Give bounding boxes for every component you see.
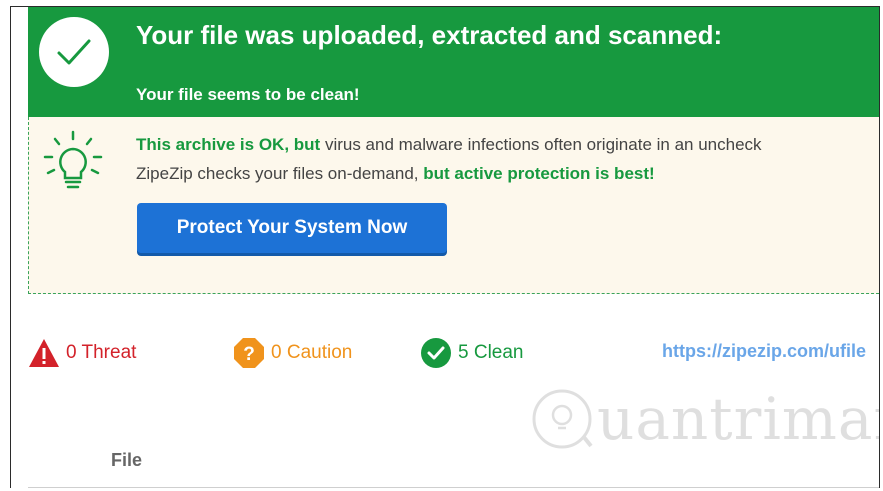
banner-subtitle: Your file seems to be clean! <box>136 85 360 104</box>
checkmark-icon <box>39 17 109 87</box>
clean-label: 5 Clean <box>458 342 524 363</box>
table-divider <box>28 487 879 488</box>
threat-label: 0 Threat <box>66 342 137 363</box>
success-banner: Your file was uploaded, extracted and sc… <box>28 7 879 117</box>
advice-box: This archive is OK, but virus and malwar… <box>28 117 879 294</box>
svg-text:?: ? <box>243 344 255 365</box>
check-circle-icon <box>420 337 452 369</box>
advice-ok-text: This archive is OK, but <box>136 135 321 154</box>
protect-system-button[interactable]: Protect Your System Now <box>137 203 447 253</box>
warning-triangle-icon <box>28 337 60 369</box>
scan-result-panel: Your file was uploaded, extracted and sc… <box>10 6 880 488</box>
question-octagon-icon: ? <box>233 337 265 369</box>
watermark-bulb-icon <box>532 389 593 449</box>
advice-protection-text: but active protection is best! <box>423 164 655 183</box>
lightbulb-icon <box>43 130 103 189</box>
threat-count: 0 Threat <box>28 337 136 369</box>
advice-text-line-2: ZipeZip checks your files on-demand, but… <box>136 164 655 184</box>
file-column-header: File <box>111 450 143 470</box>
result-url-link[interactable]: https://zipezip.com/ufile <box>662 341 866 362</box>
advice-ondemand-text: ZipeZip checks your files on-demand, <box>136 164 424 183</box>
advice-warning-text: virus and malware infections often origi… <box>320 135 762 154</box>
caution-count: ? 0 Caution <box>233 337 352 369</box>
advice-text-line-1: This archive is OK, but virus and malwar… <box>136 135 762 155</box>
watermark-logo: uantrimang <box>531 385 879 453</box>
watermark-text: uantrimang <box>597 385 879 453</box>
caution-label: 0 Caution <box>271 342 353 363</box>
banner-title: Your file was uploaded, extracted and sc… <box>136 20 723 50</box>
clean-count: 5 Clean <box>420 337 524 369</box>
